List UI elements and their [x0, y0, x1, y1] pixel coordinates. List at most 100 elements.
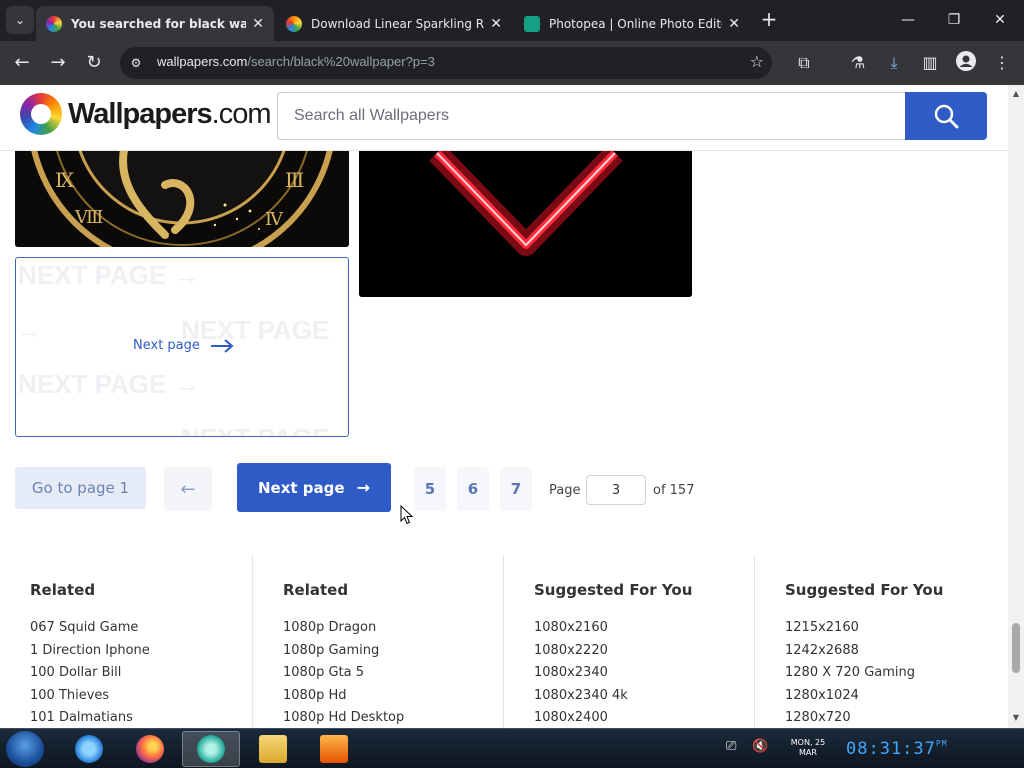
minimize-icon[interactable]: — [888, 8, 928, 32]
ghost-next-page-text: NEXT PAGE [18, 369, 167, 399]
volume-muted-icon[interactable]: 🔇 [752, 739, 768, 754]
site-logo[interactable]: Wallpapers.com [20, 93, 271, 135]
search-button[interactable] [905, 92, 987, 140]
footer-link[interactable]: 1280x720 [785, 709, 915, 728]
footer-link[interactable]: 1080p Gaming [283, 642, 404, 665]
page-number-button[interactable]: 5 [414, 467, 446, 511]
scroll-up-arrow-icon[interactable]: ▲ [1008, 89, 1024, 98]
previous-page-button[interactable]: ← [164, 467, 212, 511]
date-line-1: MON, 25 [790, 738, 826, 747]
search-input[interactable] [278, 93, 905, 139]
page-number-button[interactable]: 7 [500, 467, 532, 511]
scroll-down-arrow-icon[interactable]: ▼ [1008, 713, 1024, 722]
footer-link[interactable]: 1080x2340 [534, 664, 628, 687]
side-panel-icon[interactable]: ▥ [918, 51, 942, 75]
footer-column-suggested-2: Suggested For You 1215x2160 1242x2688 12… [754, 555, 1006, 728]
windows-start-orb-icon[interactable] [6, 731, 44, 767]
page-number-input[interactable] [586, 475, 646, 505]
taskbar-date[interactable]: MON, 25 MAR [784, 738, 832, 758]
restore-icon[interactable]: ❐ [934, 8, 974, 32]
search-icon [934, 104, 959, 129]
search-field-wrapper [277, 92, 905, 140]
logo-main-text: Wallpapers [68, 97, 213, 130]
footer-link[interactable]: 1080x2220 [534, 642, 628, 665]
taskbar-browser-active[interactable] [182, 731, 240, 767]
footer-link-list: 1215x2160 1242x2688 1280 X 720 Gaming 12… [785, 619, 915, 728]
profile-avatar-icon[interactable] [954, 51, 978, 75]
close-tab-icon[interactable]: ✕ [728, 16, 740, 32]
browser-toolbar: ← → ↻ ⚙ wallpapers.com/search/black%20wa… [0, 41, 1024, 85]
new-tab-plus-icon[interactable]: + [758, 8, 780, 30]
footer-link[interactable]: 1080p Hd Desktop [283, 709, 404, 728]
reload-icon[interactable]: ↻ [82, 51, 106, 75]
footer-column-suggested-1: Suggested For You 1080x2160 1080x2220 10… [503, 555, 755, 728]
tab-wallpapers-search[interactable]: You searched for black wallpap ✕ [36, 6, 274, 41]
tab-title: Download Linear Sparkling Ra [311, 16, 485, 31]
browser-tab-strip: ⌄ You searched for black wallpap ✕ Downl… [0, 0, 1024, 41]
footer-link[interactable]: 1280x1024 [785, 687, 915, 710]
taskbar-media-player[interactable] [305, 731, 363, 767]
footer-link-list: 1080p Dragon 1080p Gaming 1080p Gta 5 10… [283, 619, 404, 728]
tab-title: You searched for black wallpap [71, 16, 247, 31]
wallpaper-thumbnail-zodiac[interactable]: Ⅸ Ⅷ Ⅲ Ⅳ [15, 145, 349, 247]
next-page-card[interactable]: NEXT PAGE → → NEXT PAGE NEXT PAGE → NEXT… [15, 257, 349, 437]
footer-link[interactable]: 100 Dollar Bill [30, 664, 150, 687]
footer-link[interactable]: 067 Squid Game [30, 619, 150, 642]
footer-link[interactable]: 101 Dalmatians [30, 709, 150, 728]
footer-link[interactable]: 1080x2400 [534, 709, 628, 728]
footer-link[interactable]: 1242x2688 [785, 642, 915, 665]
taskbar-clock[interactable]: 08:31:37PM [846, 739, 948, 759]
wallpapers-favicon-icon [46, 15, 62, 32]
network-icon[interactable]: ⎚ [726, 739, 736, 754]
browser-menu-icon[interactable]: ⋮ [990, 51, 1014, 75]
taskbar-internet-explorer[interactable] [60, 731, 118, 767]
tab-photopea[interactable]: Photopea | Online Photo Edito ✕ [514, 6, 750, 41]
site-info-icon[interactable]: ⚙ [128, 55, 144, 71]
firefox-icon [136, 735, 164, 763]
wallpaper-thumbnail-neon-heart[interactable] [359, 145, 692, 297]
footer-link[interactable]: 1080p Hd [283, 687, 404, 710]
tab-search-button[interactable]: ⌄ [6, 6, 34, 34]
browser-app-icon [197, 735, 225, 763]
taskbar-file-explorer[interactable] [244, 731, 302, 767]
footer-link[interactable]: 1080p Dragon [283, 619, 404, 642]
taskbar-firefox[interactable] [121, 731, 179, 767]
footer-link[interactable]: 1215x2160 [785, 619, 915, 642]
footer-link[interactable]: 1 Direction Iphone [30, 642, 150, 665]
download-icon[interactable]: ⤓ [882, 51, 906, 75]
arrow-right-icon [210, 338, 234, 353]
page-scrollbar[interactable]: ▲ ▼ [1008, 85, 1024, 728]
footer-link[interactable]: 1080x2160 [534, 619, 628, 642]
page-number-button[interactable]: 6 [457, 467, 489, 511]
footer-column-title: Related [283, 581, 349, 599]
bookmark-star-icon[interactable]: ☆ [750, 52, 764, 71]
svg-text:Ⅷ: Ⅷ [74, 207, 103, 228]
scrollbar-thumb[interactable] [1012, 623, 1020, 673]
next-page-button[interactable]: Next page → [237, 463, 391, 512]
forward-arrow-icon[interactable]: → [46, 51, 70, 75]
logo-wordmark: Wallpapers.com [68, 97, 271, 131]
address-url[interactable]: wallpapers.com/search/black%20wallpaper?… [157, 54, 435, 69]
tab-linear-sparkling[interactable]: Download Linear Sparkling Ra ✕ [276, 6, 512, 41]
extensions-puzzle-icon[interactable]: ⧉ [792, 51, 816, 75]
close-tab-icon[interactable]: ✕ [252, 16, 264, 32]
footer-link[interactable]: 1080p Gta 5 [283, 664, 404, 687]
address-bar[interactable]: ⚙ wallpapers.com/search/black%20wallpape… [120, 47, 772, 79]
total-pages-label: of 157 [653, 483, 695, 498]
zodiac-clock-image: Ⅸ Ⅷ Ⅲ Ⅳ [15, 145, 349, 247]
date-line-2: MAR [799, 748, 817, 757]
photopea-favicon-icon [524, 15, 540, 32]
svg-text:Ⅳ: Ⅳ [265, 209, 284, 230]
labs-flask-icon[interactable]: ⚗ [846, 51, 870, 75]
footer-link[interactable]: 1280 X 720 Gaming [785, 664, 915, 687]
back-arrow-icon[interactable]: ← [10, 51, 34, 75]
next-page-card-link[interactable]: Next page [133, 338, 234, 353]
media-player-icon [320, 735, 348, 763]
footer-link[interactable]: 1080x2340 4k [534, 687, 628, 710]
close-window-icon[interactable]: ✕ [980, 8, 1020, 32]
close-tab-icon[interactable]: ✕ [490, 16, 502, 32]
svg-text:Ⅲ: Ⅲ [285, 168, 304, 192]
go-to-first-page-button[interactable]: Go to page 1 [15, 467, 146, 509]
page-viewport: Wallpapers.com Ⅸ Ⅷ Ⅲ Ⅳ [0, 85, 1008, 728]
footer-link[interactable]: 100 Thieves [30, 687, 150, 710]
